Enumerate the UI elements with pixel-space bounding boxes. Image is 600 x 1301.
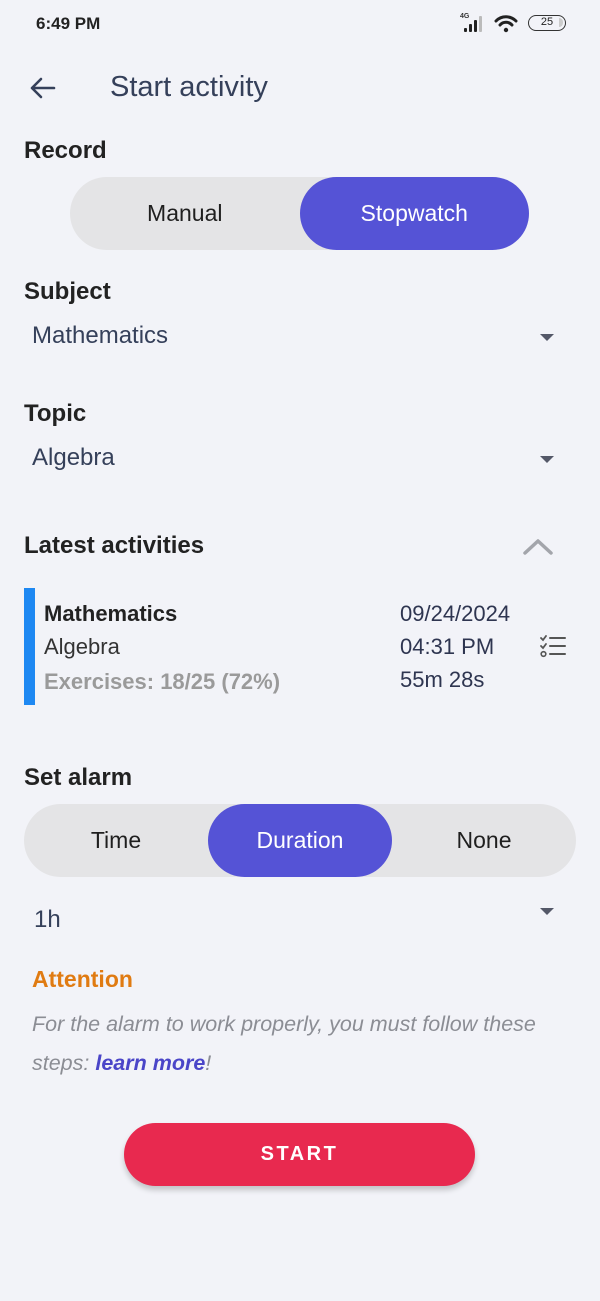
status-bar: 6:49 PM 4G 25 (0, 0, 600, 50)
arrow-left-icon (30, 77, 56, 99)
alarm-option-duration[interactable]: Duration (208, 804, 392, 877)
start-button[interactable]: START (124, 1123, 475, 1186)
learn-more-link[interactable]: learn more (95, 1051, 205, 1075)
alarm-duration-dropdown[interactable]: 1h (24, 898, 576, 944)
dropdown-caret-icon (540, 908, 554, 915)
back-button[interactable] (24, 70, 60, 106)
checklist-icon (540, 635, 566, 658)
alarm-duration-value: 1h (34, 906, 61, 933)
activity-time: 04:31 PM (400, 634, 495, 659)
subject-value: Mathematics (32, 322, 169, 349)
network-type: 4G (460, 13, 470, 20)
activity-duration: 55m 28s (400, 667, 485, 692)
battery-icon: 25 (528, 15, 566, 31)
collapse-button[interactable] (520, 534, 556, 558)
attention-text: For the alarm to work properly, you must… (32, 1005, 552, 1083)
record-mode-toggle: Manual Stopwatch (70, 177, 529, 250)
signal-icon: 4G (460, 13, 484, 33)
app-bar: Start activity (0, 60, 600, 116)
attention-suffix: ! (205, 1051, 212, 1075)
activity-topic: Algebra (44, 634, 120, 659)
topic-label: Topic (24, 400, 87, 427)
battery-level: 25 (540, 16, 554, 28)
alarm-mode-toggle: Time Duration None (24, 804, 576, 877)
subject-dropdown[interactable]: Mathematics (24, 316, 576, 360)
topic-dropdown[interactable]: Algebra (24, 438, 576, 482)
status-time: 6:49 PM (36, 14, 101, 33)
topic-value: Algebra (32, 444, 115, 471)
subject-label: Subject (24, 278, 111, 305)
wifi-icon (494, 15, 518, 33)
set-alarm-label: Set alarm (24, 764, 133, 791)
page-title: Start activity (110, 71, 268, 103)
activity-exercises: Exercises: 18/25 (72%) (44, 669, 281, 694)
checklist-button[interactable] (538, 632, 568, 660)
latest-activities-label: Latest activities (24, 532, 205, 559)
record-label: Record (24, 137, 107, 164)
activity-item[interactable]: Mathematics Algebra Exercises: 18/25 (72… (24, 588, 576, 705)
dropdown-caret-icon (540, 456, 554, 463)
alarm-option-none[interactable]: None (392, 804, 576, 877)
alarm-option-time[interactable]: Time (24, 804, 208, 877)
dropdown-caret-icon (540, 334, 554, 341)
activity-color-bar (24, 588, 35, 705)
record-option-manual[interactable]: Manual (70, 177, 300, 250)
activity-date: 09/24/2024 (400, 601, 511, 626)
attention-title: Attention (32, 966, 133, 992)
chevron-up-icon (523, 539, 553, 555)
activity-subject: Mathematics (44, 601, 178, 626)
status-icons: 4G 25 (460, 13, 566, 33)
record-option-stopwatch[interactable]: Stopwatch (299, 177, 529, 250)
